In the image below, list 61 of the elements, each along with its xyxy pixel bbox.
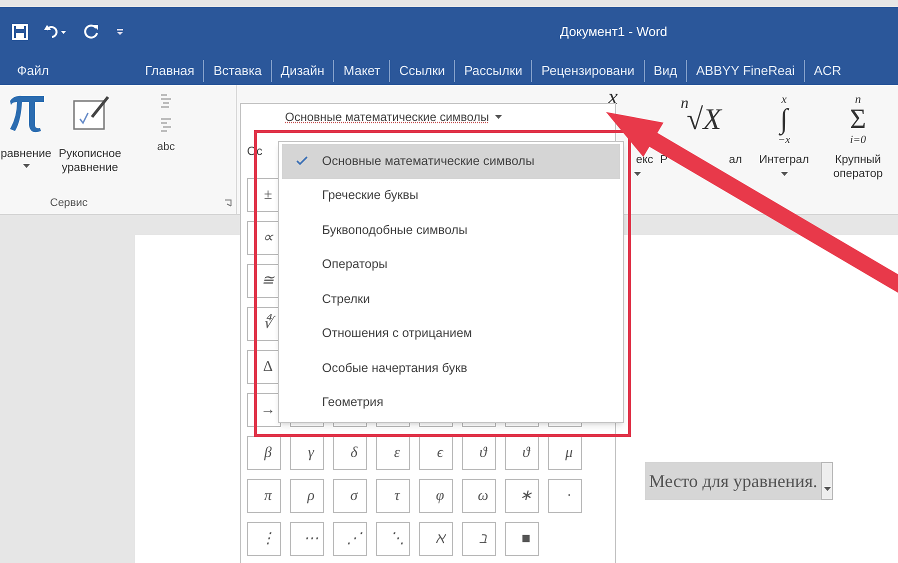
symbol-button[interactable]: · [548,479,582,513]
ribbon-tab[interactable]: Макет [333,60,390,82]
symbol-button[interactable]: ℵ [419,522,453,556]
menu-item[interactable]: Операторы [282,248,620,282]
equation-placeholder[interactable]: Место для уравнения. [645,462,822,500]
ribbon-tab[interactable]: Файл [8,60,58,82]
symbol-button[interactable]: ϵ [419,436,453,470]
symbol-button[interactable]: ω [462,479,496,513]
symbol-button[interactable]: τ [376,479,410,513]
symbol-button[interactable]: ℶ [462,522,496,556]
ribbon-tab[interactable]: Вставка [203,60,271,82]
symbol-button[interactable]: ϑ [505,436,539,470]
symbol-button[interactable]: ∗ [505,479,539,513]
ink-equation-button[interactable]: Рукописное уравнение [54,91,126,192]
ribbon-tab[interactable]: ABBYY FineReai [686,60,804,82]
menu-item[interactable]: Греческие буквы [282,178,620,213]
menu-item[interactable]: Отношения с отрицанием [282,316,620,351]
symbol-button[interactable]: ϑ [462,436,496,470]
caret-icon [494,115,502,119]
checkmark-icon [296,156,308,166]
symbol-button[interactable]: φ [419,479,453,513]
symbol-button[interactable]: ⋯ [290,522,324,556]
symbol-button[interactable]: γ [290,436,324,470]
group-label: Сервис [50,196,88,211]
symbol-button[interactable]: ⋰ [333,522,367,556]
window-title: Документ1 - Word [560,23,668,42]
symbol-button[interactable]: β [247,436,281,470]
ribbon-tab[interactable]: Главная [136,60,204,82]
menu-item[interactable]: Буквоподобные символы [282,213,620,248]
dialog-launcher-icon[interactable] [224,199,232,207]
symbol-button[interactable]: ⋮ [247,522,281,556]
symbol-button[interactable]: μ [548,436,582,470]
symbol-button[interactable]: σ [333,479,367,513]
ribbon-tab[interactable]: ACR [804,60,850,82]
menu-item[interactable]: Особые начертания букв [282,351,620,386]
normal-text-button[interactable]: abc [157,139,175,156]
ribbon-tab[interactable]: Вид [644,60,686,82]
menu-item[interactable]: Основные математические символы [282,144,620,178]
symbol-button[interactable]: ■ [505,522,539,556]
menu-item[interactable]: Стрелки [282,282,620,316]
customize-icon[interactable] [116,28,124,36]
undo-icon[interactable] [44,24,68,40]
ribbon-tab[interactable]: Дизайн [270,60,334,82]
structure-button[interactable]: x ∫ −x Интеграл [750,87,818,214]
save-icon[interactable] [12,24,28,40]
structure-icon: n Σ i=0 [850,87,866,153]
symbol-button[interactable]: π [247,479,281,513]
category-dropdown[interactable]: Основные математические символы [241,104,615,130]
symbol-button[interactable]: ⋱ [376,522,410,556]
symbol-button[interactable]: ρ [290,479,324,513]
redo-icon[interactable] [84,24,100,40]
ribbon-tab[interactable]: Ссылки [389,60,454,82]
symbol-button[interactable]: δ [333,436,367,470]
ribbon-tab[interactable]: Рецензировани [531,60,644,82]
structure-icon: x ∫ −x [778,87,790,153]
symbol-button[interactable]: ε [376,436,410,470]
equation-options-handle[interactable] [821,462,834,500]
menu-item[interactable]: Геометрия [282,386,620,420]
equation-button[interactable]: равнение [0,91,54,192]
ribbon-tab[interactable]: Рассылки [454,60,532,82]
structure-button[interactable]: n Σ i=0 Крупный оператор [818,87,898,214]
